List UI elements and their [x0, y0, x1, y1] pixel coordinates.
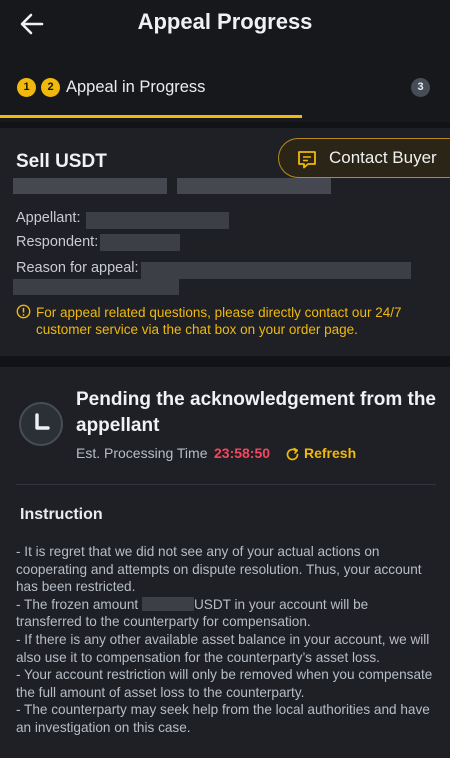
countdown-timer: 23:58:50 — [214, 445, 271, 461]
instruction-text: - It is regret that we did not see any o… — [16, 543, 436, 737]
reason-value-redacted-2 — [13, 279, 179, 295]
reason-label: Reason for appeal: — [16, 260, 139, 276]
chat-icon — [298, 151, 316, 169]
est-processing-label: Est. Processing Time — [76, 445, 208, 461]
contact-buyer-label: Contact Buyer — [329, 148, 437, 167]
order-id-redacted — [13, 178, 167, 194]
current-step-label: Appeal in Progress — [66, 78, 206, 96]
info-icon — [16, 304, 31, 319]
appellant-label: Appellant: — [16, 210, 81, 226]
progress-steps: 1 2 Appeal in Progress 3 — [0, 50, 450, 122]
page-title: Appeal Progress — [137, 9, 313, 34]
appeal-notice: For appeal related questions, please dir… — [16, 304, 436, 338]
instruction-paragraph: - It is regret that we did not see any o… — [16, 544, 422, 595]
step-3-badge: 3 — [411, 78, 430, 97]
refresh-button[interactable]: Refresh — [304, 445, 356, 461]
reason-value-redacted — [141, 262, 411, 279]
instruction-paragraph: - The frozen amount USDT in your account… — [16, 596, 436, 631]
header: Appeal Progress — [0, 0, 450, 50]
respondent-label: Respondent: — [16, 234, 99, 250]
frozen-amount-prefix: - The frozen amount — [16, 596, 139, 612]
status-card: Pending the acknowledgement from the app… — [0, 367, 450, 758]
divider — [16, 484, 436, 485]
order-date-redacted — [177, 178, 331, 194]
instruction-paragraph: - The counterparty may seek help from th… — [16, 702, 430, 735]
frozen-amount-redacted — [141, 596, 194, 611]
contact-buyer-button[interactable]: Contact Buyer — [278, 138, 450, 178]
instruction-paragraph: - Your account restriction will only be … — [16, 667, 433, 700]
step-1-badge: 1 — [17, 78, 36, 97]
appellant-value-redacted — [86, 212, 229, 229]
order-card: Sell USDT Contact Buyer Appellant: Respo… — [0, 128, 450, 356]
refresh-icon[interactable] — [285, 447, 300, 462]
step-2-badge: 2 — [41, 78, 60, 97]
appeal-notice-text: For appeal related questions, please dir… — [36, 305, 402, 337]
clock-icon — [19, 402, 63, 446]
progress-bar — [0, 115, 302, 118]
instruction-title: Instruction — [20, 506, 103, 523]
respondent-value-redacted — [100, 234, 180, 251]
pending-status-title: Pending the acknowledgement from the app… — [76, 389, 436, 436]
instruction-paragraph: - If there is any other available asset … — [16, 631, 430, 665]
order-title: Sell USDT — [16, 151, 107, 172]
